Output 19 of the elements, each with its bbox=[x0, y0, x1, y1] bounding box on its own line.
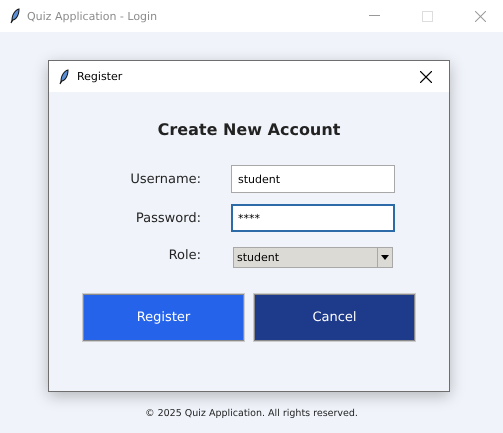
dialog-heading: Create New Account bbox=[156, 120, 342, 139]
feather-icon bbox=[10, 8, 20, 24]
field-label: Password: bbox=[134, 210, 201, 226]
feather-icon bbox=[59, 68, 69, 84]
role-dropdown[interactable]: student bbox=[233, 247, 393, 268]
cancel-button[interactable]: Cancel bbox=[254, 294, 415, 341]
dialog-title: Register bbox=[77, 70, 124, 83]
minimize-icon bbox=[368, 15, 380, 17]
footer-text: © 2025 Quiz Application. All rights reserved. bbox=[144, 408, 359, 419]
close-icon bbox=[420, 70, 432, 82]
input-field[interactable]: **** bbox=[231, 204, 395, 232]
caret-icon bbox=[377, 248, 392, 267]
maximize-icon bbox=[422, 10, 432, 22]
input-field[interactable]: student bbox=[231, 165, 395, 193]
window-title: Quiz Application - Login bbox=[27, 10, 158, 22]
field-label: Username: bbox=[129, 172, 201, 186]
register-button[interactable]: Register bbox=[83, 294, 244, 341]
close-icon bbox=[474, 10, 486, 22]
field-label: Role: bbox=[168, 248, 201, 263]
